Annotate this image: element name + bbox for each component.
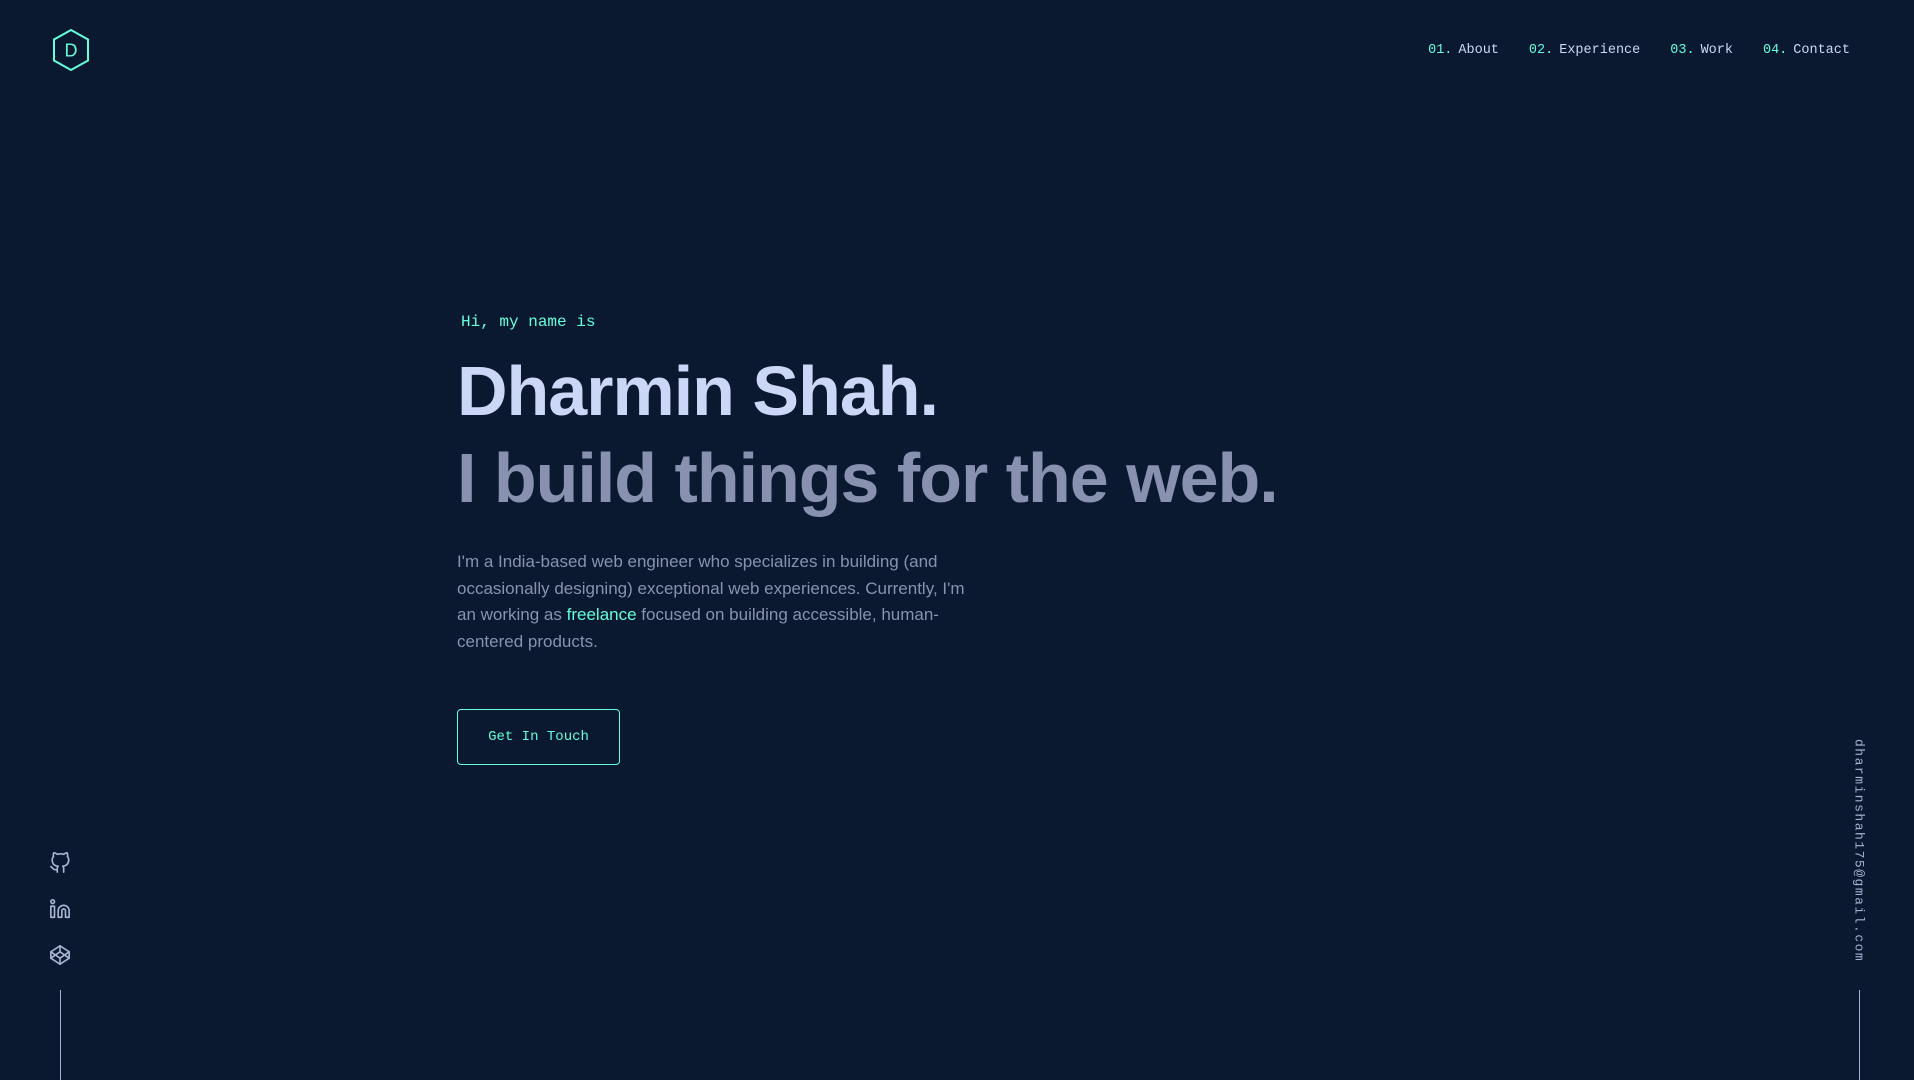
freelance-link[interactable]: freelance	[567, 605, 637, 624]
social-links	[40, 852, 80, 1080]
linkedin-icon	[50, 899, 70, 919]
github-icon	[50, 852, 70, 873]
logo-link[interactable]: D	[51, 28, 91, 72]
nav-label: About	[1458, 43, 1499, 58]
logo-letter: D	[65, 41, 78, 61]
codepen-icon	[50, 945, 70, 965]
codepen-link[interactable]	[49, 944, 71, 966]
left-vertical-line	[59, 990, 61, 1080]
nav-item-experience[interactable]: 02. Experience	[1529, 43, 1640, 58]
github-link[interactable]	[49, 852, 71, 874]
nav-item-about[interactable]: 01. About	[1428, 43, 1499, 58]
nav-item-work[interactable]: 03. Work	[1670, 43, 1733, 58]
email-link[interactable]: dharminshah175@gmail.com	[1852, 739, 1867, 962]
linkedin-link[interactable]	[49, 898, 71, 920]
hero-description: I'm a India-based web engineer who speci…	[457, 549, 977, 655]
nav-number: 01.	[1428, 43, 1453, 58]
hero-section: Hi, my name is Dharmin Shah. I build thi…	[457, 313, 1357, 765]
right-vertical-line	[1858, 990, 1860, 1080]
hexagon-logo-icon: D	[53, 28, 89, 72]
nav-number: 02.	[1528, 43, 1554, 58]
nav-label: Contact	[1793, 43, 1850, 58]
hero-tagline: I build things for the web.	[457, 439, 1279, 517]
nav-item-contact[interactable]: 04. Contact	[1763, 43, 1850, 58]
main-nav: 01. About 02. Experience 03. Work 04. Co…	[1428, 43, 1850, 58]
hero-name: Dharmin Shah.	[457, 352, 939, 430]
site-header: D 01. About 02. Experience 03. Work 04. …	[0, 0, 1914, 100]
nav-number: 04.	[1762, 43, 1788, 58]
hero-greeting: Hi, my name is	[461, 313, 596, 331]
email-sidebar: dharminshah175@gmail.com	[1844, 739, 1874, 1080]
nav-label: Experience	[1559, 43, 1641, 58]
nav-number: 03.	[1670, 43, 1695, 58]
get-in-touch-button[interactable]: Get In Touch	[457, 709, 620, 765]
nav-label: Work	[1700, 43, 1733, 58]
